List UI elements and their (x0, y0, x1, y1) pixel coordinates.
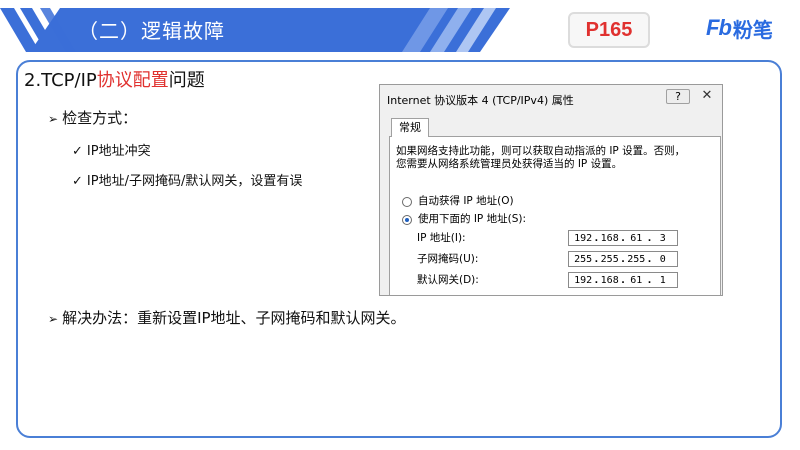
ip-address-field[interactable]: 192. 168. 61. 3 (568, 230, 678, 246)
banner-stripes-graphic (0, 8, 510, 52)
dot-separator: . (593, 232, 600, 244)
dot-separator: . (619, 274, 626, 286)
dot-separator: . (646, 274, 653, 286)
tab-general[interactable]: 常规 (391, 118, 429, 137)
radio-auto-ip[interactable] (402, 197, 412, 207)
check-method-bullet: ➢ 检查方式： (48, 107, 137, 130)
radio-manual-ip-label[interactable]: 使用下面的 IP 地址(S): (418, 213, 526, 226)
close-icon[interactable]: ✕ (696, 89, 718, 104)
ip-octet: 61 (630, 232, 643, 244)
dot-separator: . (593, 274, 600, 286)
dialog-title: Internet 协议版本 4 (TCP/IPv4) 属性 (387, 94, 574, 107)
check-method-label: 检查方式： (62, 109, 138, 127)
heading-prefix: 2.TCP/IP (24, 70, 97, 91)
check-item-text: IP地址/子网掩码/默认网关，设置有误 (86, 174, 303, 189)
ip-octet: 192 (574, 232, 593, 244)
check-item: ✓ IP地址冲突 (72, 142, 151, 162)
dialog-description: 如果网络支持此功能，则可以获取自动指派的 IP 设置。否则， 您需要从网络系统管… (396, 145, 696, 171)
ip-octet: 0 (659, 253, 666, 265)
dot-separator: . (646, 232, 653, 244)
subnet-mask-label: 子网掩码(U): (417, 253, 479, 265)
description-line: 您需要从网络系统管理员处获得适当的 IP 设置。 (396, 158, 623, 170)
tcpip-properties-dialog: Internet 协议版本 4 (TCP/IPv4) 属性 ? ✕ 常规 如果网… (379, 84, 723, 296)
ip-octet: 255 (627, 253, 646, 265)
ip-octet: 1 (659, 274, 666, 286)
logo-text: 粉笔 (732, 17, 773, 42)
radio-auto-ip-label[interactable]: 自动获得 IP 地址(O) (418, 195, 514, 208)
slide-heading: 2.TCP/IP协议配置问题 (24, 68, 205, 94)
dot-separator: . (619, 232, 626, 244)
page-number-badge: P165 (568, 12, 650, 48)
checkmark-icon: ✓ (72, 144, 83, 159)
ip-octet: 168 (600, 232, 619, 244)
ip-octet: 255 (600, 253, 619, 265)
heading-suffix: 问题 (168, 70, 205, 91)
arrow-bullet-icon: ➢ (48, 112, 59, 126)
heading-highlight: 协议配置 (96, 70, 169, 91)
description-line: 如果网络支持此功能，则可以获取自动指派的 IP 设置。否则， (396, 145, 686, 157)
solution-text: 解决办法：重新设置IP地址、子网掩码和默认网关。 (62, 309, 406, 327)
default-gateway-field[interactable]: 192. 168. 61. 1 (568, 272, 678, 288)
solution-bullet: ➢ 解决办法：重新设置IP地址、子网掩码和默认网关。 (48, 307, 406, 330)
brand-logo: Fb 粉笔 (706, 13, 773, 43)
dot-separator: . (593, 253, 600, 265)
check-item: ✓ IP地址/子网掩码/默认网关，设置有误 (72, 172, 302, 192)
subnet-mask-field[interactable]: 255. 255. 255. 0 (568, 251, 678, 267)
ip-octet: 168 (600, 274, 619, 286)
arrow-bullet-icon: ➢ (48, 312, 59, 326)
help-button[interactable]: ? (666, 89, 690, 104)
logo-mark-icon: Fb (706, 15, 732, 40)
ip-octet: 192 (574, 274, 593, 286)
dot-separator: . (646, 253, 653, 265)
default-gateway-label: 默认网关(D): (417, 274, 479, 286)
ip-octet: 3 (659, 232, 666, 244)
section-banner: （二）逻辑故障 (0, 8, 512, 52)
section-title: （二）逻辑故障 (78, 19, 225, 43)
check-item-text: IP地址冲突 (86, 144, 151, 159)
ip-octet: 255 (574, 253, 593, 265)
ip-address-label: IP 地址(I): (417, 232, 466, 244)
dot-separator: . (619, 253, 626, 265)
checkmark-icon: ✓ (72, 174, 83, 189)
ip-octet: 61 (630, 274, 643, 286)
radio-manual-ip[interactable] (402, 215, 412, 225)
